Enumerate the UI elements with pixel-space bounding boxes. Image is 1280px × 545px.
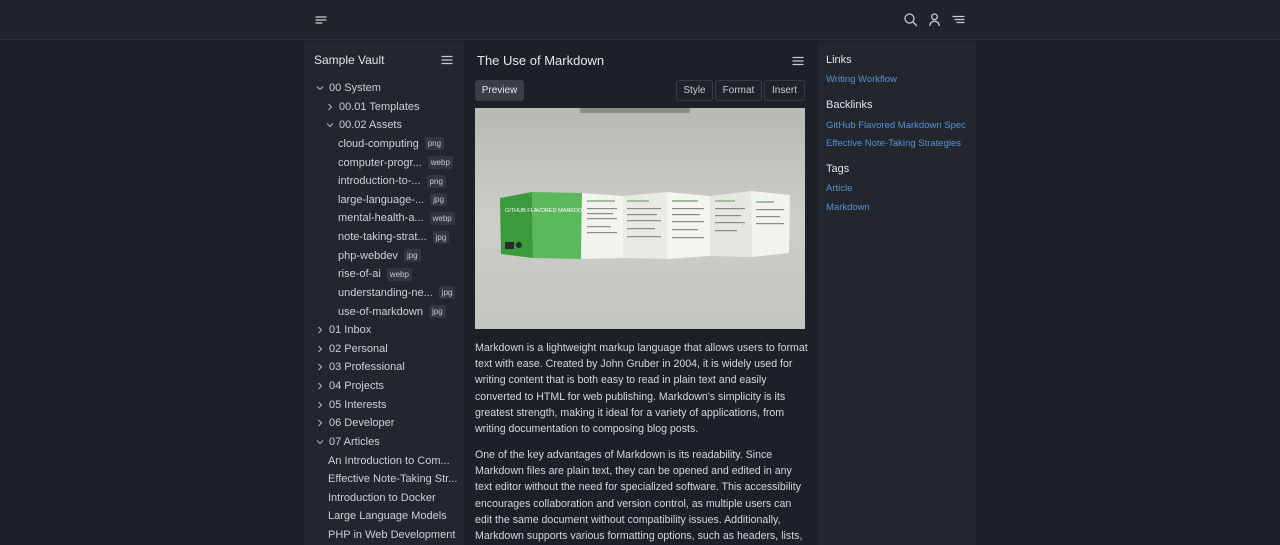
tree-item-label: note-taking-strat... xyxy=(338,231,427,244)
style-button[interactable]: Style xyxy=(676,80,713,101)
tree-item-label: 01 Inbox xyxy=(329,324,372,337)
file-item[interactable]: note-taking-strat... jpg xyxy=(338,228,450,246)
tree-item-label: use-of-markdown xyxy=(338,305,423,318)
metadata-panel: Links Writing Workflow Backlinks GitHub … xyxy=(817,41,976,545)
file-extension-badge: jpg xyxy=(428,305,446,319)
tree-item-label: understanding-ne... xyxy=(338,286,433,299)
document-title: The Use of Markdown xyxy=(477,53,605,68)
document-pane: The Use of Markdown Preview Style Format… xyxy=(464,41,817,545)
search-icon[interactable] xyxy=(903,12,918,27)
tree-item-label: 03 Professional xyxy=(329,361,405,374)
chevron-right-icon[interactable] xyxy=(315,381,325,391)
backlinks-heading: Backlinks xyxy=(826,99,873,111)
chevron-down-icon[interactable] xyxy=(325,120,335,130)
file-item[interactable]: mental-health-a... webp xyxy=(338,209,455,227)
folder-item[interactable]: 02 Personal xyxy=(315,340,388,358)
insert-button[interactable]: Insert xyxy=(764,80,805,101)
file-item[interactable]: PHP in Web Development xyxy=(328,526,455,544)
folder-item[interactable]: 06 Developer xyxy=(315,414,394,432)
file-extension-badge: png xyxy=(424,137,445,151)
folder-item[interactable]: 04 Projects xyxy=(315,377,384,395)
file-item[interactable]: large-language-... jpg xyxy=(338,191,447,209)
top-bar xyxy=(0,0,1280,40)
folder-item[interactable]: 07 Articles xyxy=(315,433,380,451)
file-item[interactable]: understanding-ne... jpg xyxy=(338,284,456,302)
file-extension-badge: webp xyxy=(427,156,453,170)
file-item[interactable]: Effective Note-Taking Str... xyxy=(328,470,457,488)
article-image: GITHUB FLAVORED MARKDOWN xyxy=(475,108,805,329)
tags-heading: Tags xyxy=(826,163,850,175)
hamburger-icon[interactable] xyxy=(314,13,328,27)
file-extension-badge: png xyxy=(426,174,446,188)
file-item[interactable]: rise-of-ai webp xyxy=(338,265,412,283)
file-extension-badge: jpg xyxy=(432,230,450,244)
tree-item-label: An Introduction to Com... xyxy=(328,454,450,467)
tag-item[interactable]: Article xyxy=(826,183,852,194)
folder-item[interactable]: 03 Professional xyxy=(315,358,405,376)
folder-item[interactable]: 00 System xyxy=(315,79,381,97)
tag-item[interactable]: Markdown xyxy=(826,202,870,213)
tree-item-label: 00 System xyxy=(329,82,381,94)
tree-item-label: PHP in Web Development xyxy=(328,529,456,542)
preview-button[interactable]: Preview xyxy=(475,80,524,101)
file-item[interactable]: computer-progr... webp xyxy=(338,154,453,172)
hamburger-icon[interactable] xyxy=(791,54,805,68)
chevron-right-icon[interactable] xyxy=(315,344,325,354)
links-heading: Links xyxy=(826,54,852,66)
paragraph: Markdown is a lightweight markup languag… xyxy=(475,342,808,436)
list-menu-icon[interactable] xyxy=(951,12,966,27)
file-item[interactable]: Large Language Models xyxy=(328,507,447,525)
tree-item-label: introduction-to-... xyxy=(338,175,421,188)
user-icon[interactable] xyxy=(927,12,942,27)
tree-item-label: mental-health-a... xyxy=(338,212,424,225)
tree-item-label: 02 Personal xyxy=(329,342,388,355)
tree-item-label: php-webdev xyxy=(338,249,398,262)
vault-title: Sample Vault xyxy=(314,53,385,67)
file-item[interactable]: cloud-computing png xyxy=(338,135,445,153)
tree-item-label: large-language-... xyxy=(338,193,425,206)
file-extension-badge: jpg xyxy=(403,249,421,263)
chevron-right-icon[interactable] xyxy=(315,362,325,372)
file-explorer-sidebar: Sample Vault 00 System 00.01 Templates 00.… xyxy=(304,41,464,545)
folder-item[interactable]: 00.01 Templates xyxy=(325,98,420,116)
backlink-item[interactable]: GitHub Flavored Markdown Spec xyxy=(826,120,966,131)
chevron-right-icon[interactable] xyxy=(315,418,325,428)
tree-item-label: 00.01 Templates xyxy=(339,100,420,113)
tree-item-label: cloud-computing xyxy=(338,137,419,150)
hamburger-icon[interactable] xyxy=(440,53,454,67)
link-item[interactable]: Writing Workflow xyxy=(826,74,897,85)
chevron-down-icon[interactable] xyxy=(315,437,325,447)
chevron-right-icon[interactable] xyxy=(325,102,335,112)
file-extension-badge: webp xyxy=(386,267,412,281)
folder-item[interactable]: 05 Interests xyxy=(315,396,386,414)
file-extension-badge: webp xyxy=(429,211,455,225)
tree-item-label: rise-of-ai xyxy=(338,268,381,281)
cover-title: GITHUB FLAVORED MARKDOWN xyxy=(505,208,591,214)
paragraph: One of the key advantages of Markdown is… xyxy=(475,449,803,543)
file-item[interactable]: php-webdev jpg xyxy=(338,247,421,265)
folder-item[interactable]: 01 Inbox xyxy=(315,321,371,339)
file-extension-badge: jpg xyxy=(430,193,447,207)
folder-item[interactable]: 00.02 Assets xyxy=(325,116,402,134)
tree-item-label: 04 Projects xyxy=(329,380,385,393)
file-item[interactable]: Introduction to Docker xyxy=(328,489,436,507)
file-item[interactable]: introduction-to-... png xyxy=(338,172,446,190)
tree-item-label: Introduction to Docker xyxy=(328,491,436,504)
tree-item-label: Effective Note-Taking Str... xyxy=(328,473,458,486)
tree-item-label: 07 Articles xyxy=(329,435,380,448)
chevron-right-icon[interactable] xyxy=(315,400,325,410)
file-extension-badge: jpg xyxy=(438,286,456,300)
backlink-item[interactable]: Effective Note-Taking Strategies xyxy=(826,138,961,149)
tree-item-label: 05 Interests xyxy=(329,398,387,411)
chevron-right-icon[interactable] xyxy=(315,325,325,335)
format-button[interactable]: Format xyxy=(715,80,762,101)
chevron-down-icon[interactable] xyxy=(315,83,325,93)
tree-item-label: 00.02 Assets xyxy=(339,119,402,132)
tree-item-label: 06 Developer xyxy=(329,417,395,430)
tree-item-label: Large Language Models xyxy=(328,510,447,523)
tree-item-label: computer-progr... xyxy=(338,156,422,169)
file-item[interactable]: use-of-markdown jpg xyxy=(338,303,446,321)
file-item[interactable]: An Introduction to Com... xyxy=(328,452,450,470)
